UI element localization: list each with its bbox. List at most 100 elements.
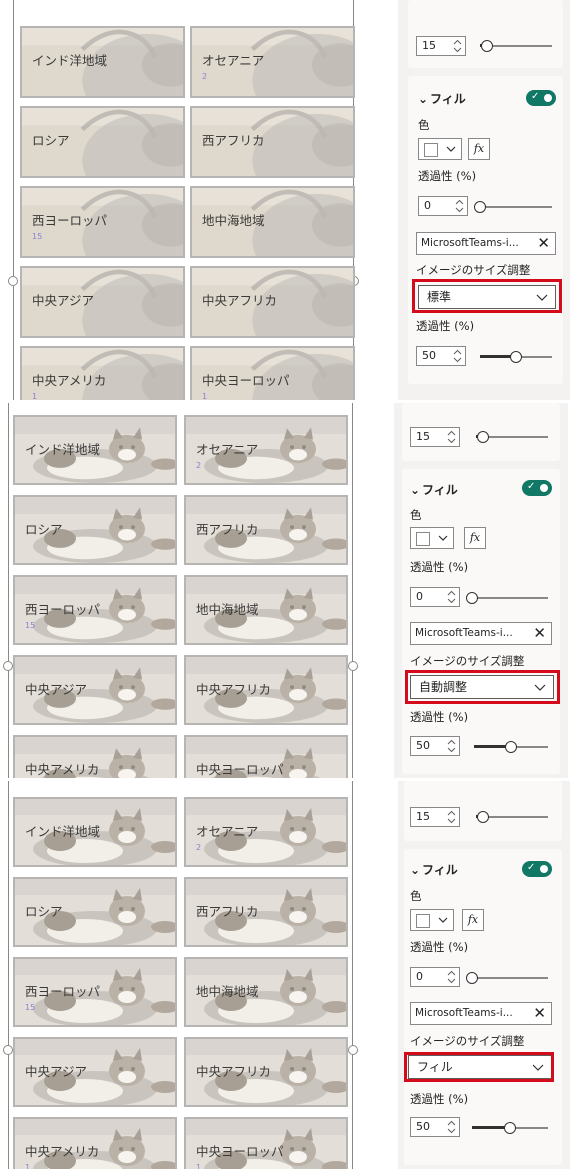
highlight-box xyxy=(404,1052,554,1082)
card-grid-visual[interactable]: インド洋地域 オセアニア 2 ロシア 西アフリカ 西ヨーロッパ 15 地中海地域 中央アジア 中央… xyxy=(6,0,361,400)
resize-handle-right[interactable] xyxy=(348,1045,358,1055)
image-transparency-value: 50 xyxy=(422,349,436,362)
region-card[interactable]: 西ヨーロッパ 15 xyxy=(13,957,177,1027)
image-file-field[interactable]: MicrosoftTeams-i... ✕ xyxy=(410,622,552,645)
fill-transparency-value: 0 xyxy=(416,590,423,603)
top-number-input[interactable]: 15 xyxy=(416,36,466,56)
region-card[interactable]: 地中海地域 xyxy=(184,575,348,645)
close-icon[interactable]: ✕ xyxy=(533,623,546,644)
region-card[interactable]: 中央アメリカ1 xyxy=(13,735,177,778)
region-card[interactable]: 中央アフリカ xyxy=(184,655,348,725)
fill-transparency-slider[interactable] xyxy=(466,592,548,604)
resize-handle-left[interactable] xyxy=(3,1045,13,1055)
region-label: インド洋地域 xyxy=(32,53,108,68)
color-swatch xyxy=(416,532,430,546)
spinner-icon[interactable] xyxy=(447,739,456,753)
region-card[interactable]: インド洋地域 xyxy=(20,26,185,98)
spinner-icon[interactable] xyxy=(455,199,464,213)
top-slider[interactable] xyxy=(476,431,548,443)
region-card[interactable]: 中央アジア xyxy=(13,655,177,725)
close-icon[interactable]: ✕ xyxy=(533,1003,546,1024)
fx-button[interactable]: fx xyxy=(462,909,484,931)
fx-button[interactable]: fx xyxy=(468,138,490,160)
resize-handle-left[interactable] xyxy=(8,276,18,286)
region-card[interactable]: 西アフリカ xyxy=(184,877,348,947)
fill-section-header[interactable]: フィル xyxy=(422,481,458,498)
fill-section-header[interactable]: フィル xyxy=(430,90,466,107)
screen-3: インド洋地域 オセアニア 2 ロシア 西アフリカ 西ヨーロッパ 15 地中海地域 中央アジア 中央… xyxy=(0,781,585,1169)
card-grid-visual[interactable]: インド洋地域 オセアニア 2 ロシア 西アフリカ 西ヨーロッパ 15 地中海地域 中央アジア 中央… xyxy=(0,403,358,778)
image-transparency-input[interactable]: 50 xyxy=(410,736,460,756)
fill-chevron-icon[interactable]: ⌄ xyxy=(410,483,420,497)
fill-transparency-slider[interactable] xyxy=(474,201,552,213)
fill-transparency-input[interactable]: 0 xyxy=(410,967,460,987)
top-number-input[interactable]: 15 xyxy=(410,807,460,827)
image-transparency-slider[interactable] xyxy=(474,741,548,753)
region-card[interactable]: 中央アメリカ1 xyxy=(20,346,185,400)
region-label: 地中海地域 xyxy=(196,602,259,617)
region-card[interactable]: 地中海地域 xyxy=(190,186,355,258)
fill-toggle[interactable]: ✓ xyxy=(522,480,552,496)
spinner-icon[interactable] xyxy=(447,430,456,444)
fill-transparency-input[interactable]: 0 xyxy=(410,587,460,607)
image-transparency-slider[interactable] xyxy=(480,351,552,363)
fill-transparency-input[interactable]: 0 xyxy=(418,196,468,216)
image-file-field[interactable]: MicrosoftTeams-i... ✕ xyxy=(410,1002,552,1025)
top-number-input[interactable]: 15 xyxy=(410,427,460,447)
region-card[interactable]: ロシア xyxy=(13,877,177,947)
fx-button[interactable]: fx xyxy=(464,527,486,549)
spinner-icon[interactable] xyxy=(453,349,462,363)
region-label: オセアニア xyxy=(196,824,259,839)
region-card[interactable]: 西ヨーロッパ 15 xyxy=(20,186,185,258)
highlight-box xyxy=(405,670,560,704)
region-card[interactable]: 西ヨーロッパ 15 xyxy=(13,575,177,645)
region-label: 中央アジア xyxy=(32,293,95,308)
region-label: 西アフリカ xyxy=(202,133,265,148)
region-card[interactable]: 中央ヨーロッパ1 xyxy=(184,735,348,778)
image-file-field[interactable]: MicrosoftTeams-i... ✕ xyxy=(416,232,556,255)
resize-handle-right[interactable] xyxy=(348,661,358,671)
region-card[interactable]: 中央ヨーロッパ1 xyxy=(184,1117,348,1169)
region-card[interactable]: 中央アジア xyxy=(13,1037,177,1107)
region-card[interactable]: 中央ヨーロッパ1 xyxy=(190,346,355,400)
region-card[interactable]: ロシア xyxy=(20,106,185,178)
fill-section-header[interactable]: フィル xyxy=(422,861,458,878)
image-transparency-input[interactable]: 50 xyxy=(410,1117,460,1137)
top-slider[interactable] xyxy=(476,811,548,823)
spinner-icon[interactable] xyxy=(447,970,456,984)
fill-toggle[interactable]: ✓ xyxy=(526,90,556,106)
region-label: 西アフリカ xyxy=(196,522,259,537)
image-transparency-input[interactable]: 50 xyxy=(416,346,466,366)
region-card[interactable]: オセアニア 2 xyxy=(184,415,348,485)
color-picker[interactable] xyxy=(410,527,454,549)
spinner-icon[interactable] xyxy=(447,590,456,604)
region-card[interactable]: 西アフリカ xyxy=(190,106,355,178)
region-card[interactable]: ロシア xyxy=(13,495,177,565)
region-card[interactable]: オセアニア 2 xyxy=(190,26,355,98)
image-transparency-slider[interactable] xyxy=(472,1122,548,1134)
fill-chevron-icon[interactable]: ⌄ xyxy=(418,92,428,106)
spinner-icon[interactable] xyxy=(447,810,456,824)
region-card[interactable]: 地中海地域 xyxy=(184,957,348,1027)
check-icon: ✓ xyxy=(527,862,536,873)
region-card[interactable]: 中央アフリカ xyxy=(184,1037,348,1107)
card-grid-visual[interactable]: インド洋地域 オセアニア 2 ロシア 西アフリカ 西ヨーロッパ 15 地中海地域 中央アジア 中央… xyxy=(0,781,358,1169)
color-picker[interactable] xyxy=(410,909,454,931)
region-card[interactable]: オセアニア 2 xyxy=(184,797,348,867)
close-icon[interactable]: ✕ xyxy=(537,233,550,254)
region-card[interactable]: 中央アフリカ xyxy=(190,266,355,338)
region-card[interactable]: 中央アジア xyxy=(20,266,185,338)
fill-transparency-slider[interactable] xyxy=(466,972,548,984)
fill-toggle[interactable]: ✓ xyxy=(522,861,552,877)
resize-handle-left[interactable] xyxy=(3,661,13,671)
region-label: 中央アフリカ xyxy=(196,1064,272,1079)
spinner-icon[interactable] xyxy=(453,39,462,53)
region-card[interactable]: インド洋地域 xyxy=(13,797,177,867)
fill-chevron-icon[interactable]: ⌄ xyxy=(410,863,420,877)
region-card[interactable]: インド洋地域 xyxy=(13,415,177,485)
spinner-icon[interactable] xyxy=(447,1120,456,1134)
top-slider[interactable] xyxy=(480,40,552,52)
region-card[interactable]: 中央アメリカ1 xyxy=(13,1117,177,1169)
region-card[interactable]: 西アフリカ xyxy=(184,495,348,565)
color-picker[interactable] xyxy=(418,138,462,160)
